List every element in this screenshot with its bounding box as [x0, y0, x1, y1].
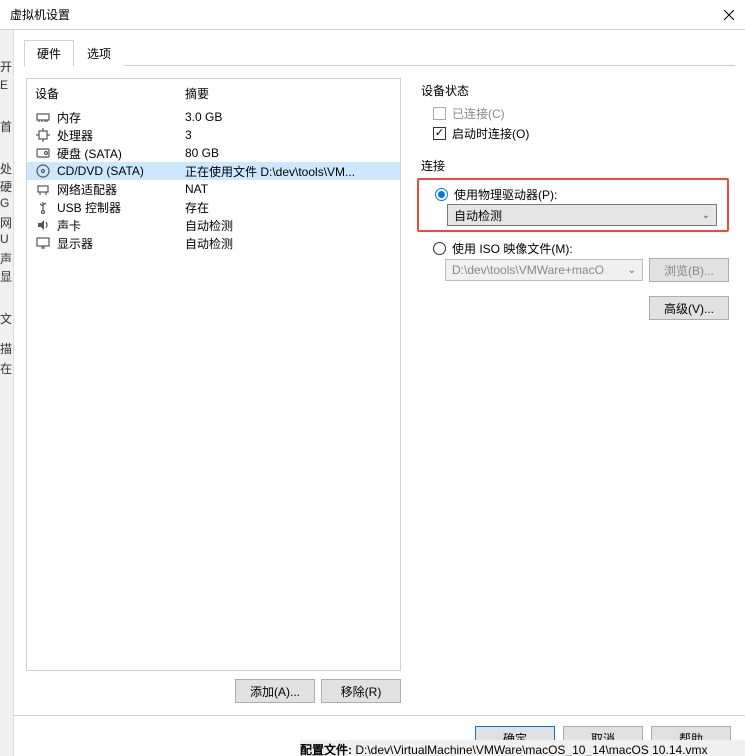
sound-icon — [35, 217, 51, 233]
disk-icon — [35, 145, 51, 161]
cpu-icon — [35, 127, 51, 143]
titlebar: 虚拟机设置 — [0, 0, 745, 30]
iso-path-row: D:\dev\tools\VMWare+macO ⌄ 浏览(B)... — [445, 258, 729, 282]
device-status-section: 设备状态 已连接(C) 启动时连接(O) — [421, 82, 729, 143]
chevron-down-icon: ⌄ — [628, 265, 636, 276]
advanced-button[interactable]: 高级(V)... — [649, 296, 729, 320]
tab-options[interactable]: 选项 — [74, 40, 124, 66]
device-summary: 3 — [185, 128, 392, 142]
device-row[interactable]: 内存3.0 GB — [27, 108, 400, 126]
add-button[interactable]: 添加(A)... — [235, 679, 315, 703]
footer-status: 配置文件: D:\dev\VirtualMachine\VMWare\macOS… — [300, 740, 745, 756]
device-summary: 存在 — [185, 199, 392, 216]
device-row[interactable]: 处理器3 — [27, 126, 400, 144]
physical-drive-dropdown[interactable]: 自动检测 ⌄ — [447, 204, 717, 226]
window-title: 虚拟机设置 — [10, 6, 70, 23]
device-name: USB 控制器 — [57, 199, 185, 216]
device-summary: 自动检测 — [185, 235, 392, 252]
remove-button[interactable]: 移除(R) — [321, 679, 401, 703]
browse-button: 浏览(B)... — [649, 258, 729, 282]
device-header: 设备 摘要 — [27, 79, 400, 108]
close-icon — [724, 10, 734, 20]
use-iso-row[interactable]: 使用 ISO 映像文件(M): — [421, 238, 729, 258]
cd-icon — [35, 163, 51, 179]
memory-icon — [35, 109, 51, 125]
device-panel: 设备 摘要 内存3.0 GB处理器3硬盘 (SATA)80 GBCD/DVD (… — [26, 78, 401, 671]
header-summary: 摘要 — [185, 85, 209, 102]
device-name: 内存 — [57, 109, 185, 126]
iso-path-value: D:\dev\tools\VMWare+macO — [452, 263, 604, 277]
use-physical-label: 使用物理驱动器(P): — [454, 186, 557, 203]
device-name: 硬盘 (SATA) — [57, 145, 185, 162]
device-row[interactable]: CD/DVD (SATA)正在使用文件 D:\dev\tools\VM... — [27, 162, 400, 180]
advanced-row: 高级(V)... — [421, 296, 729, 320]
device-buttons: 添加(A)... 移除(R) — [26, 671, 401, 703]
connected-checkbox-row: 已连接(C) — [421, 103, 729, 123]
connect-on-power-label: 启动时连接(O) — [452, 125, 529, 142]
connected-label: 已连接(C) — [452, 105, 505, 122]
connect-on-power-checkbox[interactable] — [433, 127, 446, 140]
connected-checkbox — [433, 107, 446, 120]
close-button[interactable] — [721, 7, 737, 23]
dialog-body: 硬件 选项 设备 摘要 内存3.0 GB处理器3硬盘 (SATA)80 GBCD… — [14, 30, 745, 756]
device-summary: 80 GB — [185, 146, 392, 160]
use-iso-radio[interactable] — [433, 242, 446, 255]
device-row[interactable]: 网络适配器NAT — [27, 180, 400, 198]
right-panel: 设备状态 已连接(C) 启动时连接(O) 连接 使用物理驱动器(P): — [413, 78, 733, 703]
content: 设备 摘要 内存3.0 GB处理器3硬盘 (SATA)80 GBCD/DVD (… — [14, 66, 745, 715]
physical-drive-value: 自动检测 — [454, 207, 502, 224]
highlight-box: 使用物理驱动器(P): 自动检测 ⌄ — [417, 178, 729, 232]
use-physical-radio[interactable] — [435, 188, 448, 201]
connection-section: 连接 使用物理驱动器(P): 自动检测 ⌄ 使用 ISO 映像文件(M): — [421, 157, 729, 282]
usb-icon — [35, 199, 51, 215]
device-summary: 3.0 GB — [185, 110, 392, 124]
tab-bar: 硬件 选项 — [14, 30, 745, 66]
header-device: 设备 — [35, 85, 185, 102]
device-list[interactable]: 内存3.0 GB处理器3硬盘 (SATA)80 GBCD/DVD (SATA)正… — [27, 108, 400, 670]
device-name: CD/DVD (SATA) — [57, 164, 185, 178]
status-title: 设备状态 — [421, 82, 729, 99]
device-summary: 自动检测 — [185, 217, 392, 234]
footer-label: 配置文件: — [300, 743, 352, 756]
device-row[interactable]: 显示器自动检测 — [27, 234, 400, 252]
connect-on-power-row[interactable]: 启动时连接(O) — [421, 123, 729, 143]
tab-hardware[interactable]: 硬件 — [24, 40, 74, 66]
use-iso-label: 使用 ISO 映像文件(M): — [452, 240, 573, 257]
device-name: 显示器 — [57, 235, 185, 252]
device-name: 声卡 — [57, 217, 185, 234]
left-column: 设备 摘要 内存3.0 GB处理器3硬盘 (SATA)80 GBCD/DVD (… — [26, 78, 401, 703]
use-physical-row[interactable]: 使用物理驱动器(P): — [423, 184, 723, 204]
device-summary: 正在使用文件 D:\dev\tools\VM... — [185, 163, 392, 180]
device-name: 网络适配器 — [57, 181, 185, 198]
device-row[interactable]: USB 控制器存在 — [27, 198, 400, 216]
device-row[interactable]: 硬盘 (SATA)80 GB — [27, 144, 400, 162]
nic-icon — [35, 181, 51, 197]
device-row[interactable]: 声卡自动检测 — [27, 216, 400, 234]
iso-path-dropdown: D:\dev\tools\VMWare+macO ⌄ — [445, 259, 643, 281]
chevron-down-icon: ⌄ — [702, 210, 710, 221]
display-icon — [35, 235, 51, 251]
device-summary: NAT — [185, 182, 392, 196]
background-sidebar: 开 E 首 处 硬 G 网 U 声 显 文 描 在 — [0, 30, 14, 756]
footer-path: D:\dev\VirtualMachine\VMWare\macOS_10_14… — [355, 743, 707, 756]
connection-title: 连接 — [421, 157, 729, 174]
device-name: 处理器 — [57, 127, 185, 144]
